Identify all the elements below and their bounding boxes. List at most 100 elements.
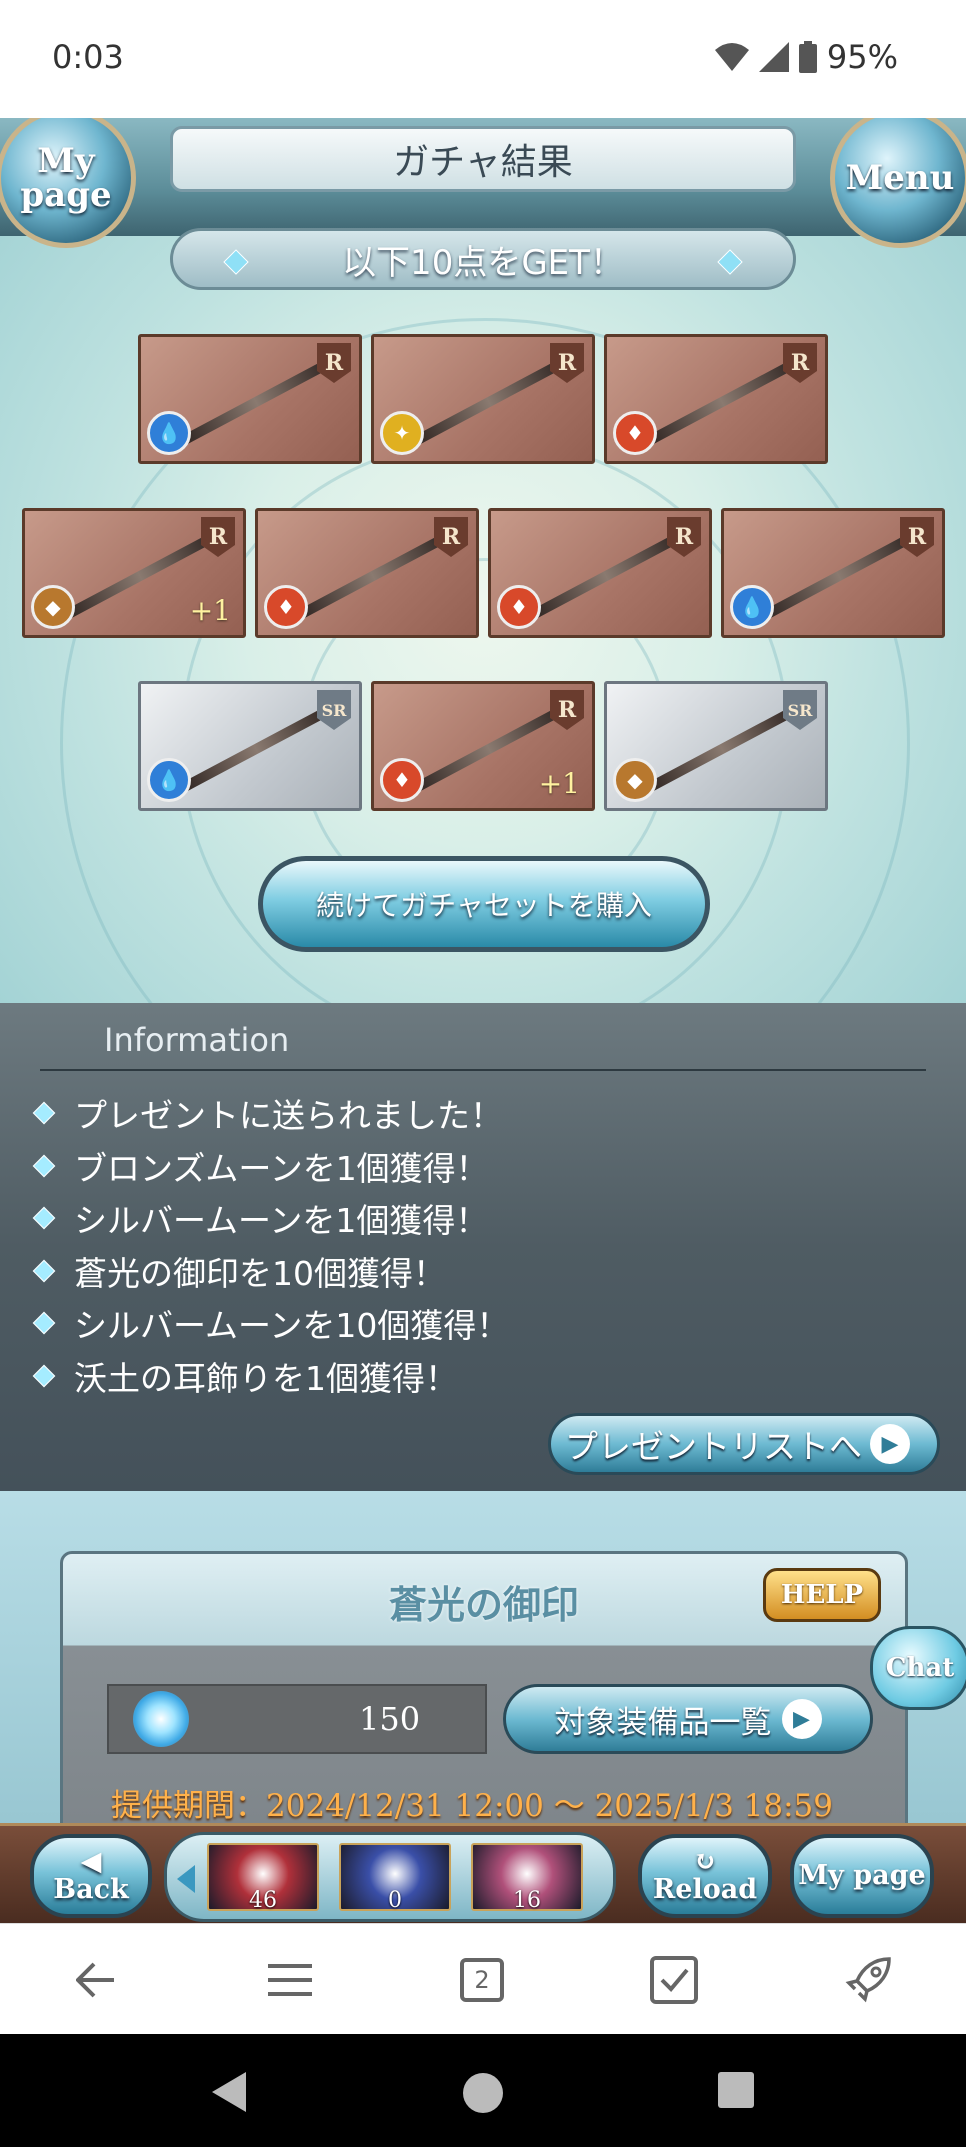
result-card[interactable]: R ♦ +1 [371, 681, 595, 811]
android-back-icon[interactable] [210, 2072, 250, 2112]
item-count: 46 [249, 1888, 277, 1913]
bullet-icon [32, 1206, 56, 1230]
information-text: 蒼光の御印を10個獲得！ [74, 1253, 446, 1293]
light-element-icon: ✦ [380, 411, 424, 455]
battery-icon [798, 41, 817, 73]
result-card[interactable]: R ♦ [488, 508, 712, 638]
information-list: プレゼントに送られました！ ブロンズムーンを1個獲得！ シルバームーンを1個獲得… [28, 1087, 509, 1402]
item-image [761, 531, 917, 621]
android-navigation-bar [0, 2034, 966, 2147]
item-image [295, 531, 451, 621]
result-card[interactable]: SR ◆ [604, 681, 828, 811]
divider [40, 1069, 926, 1071]
result-card[interactable]: R ◆ +1 [22, 508, 246, 638]
information-item: シルバームーンを1個獲得！ [28, 1192, 509, 1245]
seal-count-box: 150 [107, 1684, 487, 1754]
item-slot[interactable]: 0 [339, 1843, 451, 1913]
reload-button[interactable]: ↻ Reload [638, 1834, 772, 1918]
bullet-icon [32, 1154, 56, 1178]
item-image [411, 357, 567, 447]
result-card[interactable]: R ♦ [255, 508, 479, 638]
seal-star-icon [133, 1691, 189, 1747]
target-equipment-label: 対象装備品一覧 [554, 1704, 772, 1741]
rarity-badge: R [201, 517, 235, 557]
result-card[interactable]: R ✦ [371, 334, 595, 464]
game-bottom-bar: ◀ Back 46 0 16 ↻ Reload My page [0, 1823, 966, 1923]
earth-element-icon: ◆ [31, 585, 75, 629]
buy-gacha-set-button[interactable]: 続けてガチャセットを購入 [258, 856, 710, 952]
information-text: ブロンズムーンを1個獲得！ [74, 1148, 489, 1188]
plus-bonus: +1 [538, 767, 580, 800]
back-button[interactable]: ◀ Back [30, 1834, 152, 1918]
bottom-mypage-button[interactable]: My page [790, 1834, 934, 1918]
item-image [644, 704, 800, 794]
page-title: ガチャ結果 [170, 126, 796, 192]
target-equipment-button[interactable]: 対象装備品一覧 ▶ [503, 1684, 873, 1754]
rarity-badge: R [550, 343, 584, 383]
present-list-label: プレゼントリストへ [565, 1427, 862, 1466]
browser-toolbar: 2 [0, 1923, 966, 2034]
item-count: 16 [513, 1888, 541, 1913]
item-slot[interactable]: 16 [471, 1843, 583, 1913]
rarity-badge: R [783, 343, 817, 383]
earth-element-icon: ◆ [613, 758, 657, 802]
water-element-icon: 💧 [147, 411, 191, 455]
rarity-badge: SR [317, 690, 351, 730]
rarity-badge: R [667, 517, 701, 557]
rarity-badge: R [317, 343, 351, 383]
offer-period: 提供期間：2024/12/31 12:00 ～ 2025/1/3 18:59 [111, 1788, 833, 1824]
tab-count: 2 [460, 1958, 504, 2002]
result-card[interactable]: R 💧 [721, 508, 945, 638]
result-card[interactable]: SR 💧 [138, 681, 362, 811]
information-item: ブロンズムーンを1個獲得！ [28, 1140, 509, 1193]
information-text: 沃土の耳飾りを1個獲得！ [74, 1358, 458, 1398]
item-image [528, 531, 684, 621]
mypage-label: My page [20, 141, 112, 215]
back-text: Back [53, 1874, 129, 1905]
browser-back-icon[interactable] [68, 1952, 124, 2008]
status-time: 0:03 [52, 38, 124, 76]
water-element-icon: 💧 [147, 758, 191, 802]
chat-button[interactable]: Chat [870, 1626, 966, 1710]
water-element-icon: 💧 [730, 585, 774, 629]
information-panel: Information プレゼントに送られました！ ブロンズムーンを1個獲得！ … [0, 1003, 966, 1491]
information-title: Information [104, 1021, 290, 1059]
result-card[interactable]: R 💧 [138, 334, 362, 464]
rarity-badge: R [900, 517, 934, 557]
rarity-badge: SR [783, 690, 817, 730]
reload-label: ↻ Reload [653, 1848, 757, 1904]
fire-element-icon: ♦ [264, 585, 308, 629]
game-viewport: ガチャ結果 My page Menu 以下10点をGET！ R 💧 R ✦ R ♦ R ◆ +1… [0, 118, 966, 1923]
android-recents-icon[interactable] [718, 2072, 754, 2108]
information-item: プレゼントに送られました！ [28, 1087, 509, 1140]
tab-switcher-button[interactable]: 2 [454, 1952, 510, 2008]
result-card[interactable]: R ♦ [604, 334, 828, 464]
browser-menu-icon[interactable] [262, 1952, 318, 2008]
diamond-icon [717, 249, 743, 275]
help-button[interactable]: HELP [763, 1568, 881, 1622]
tray-left-arrow-icon[interactable] [177, 1865, 195, 1893]
get-banner-text: 以下10点をGET！ [342, 242, 624, 283]
status-icons: 95% [714, 38, 898, 76]
rocket-icon[interactable] [840, 1952, 896, 2008]
bullet-icon [32, 1101, 56, 1125]
status-bar: 0:03 95% [0, 0, 966, 118]
battery-percent: 95% [826, 38, 898, 76]
signal-icon [758, 42, 789, 72]
back-arrow-icon: ◀ [80, 1846, 102, 1877]
information-text: シルバームーンを10個獲得！ [74, 1306, 510, 1346]
present-list-button[interactable]: プレゼントリストへ ▶ [548, 1413, 940, 1475]
information-text: シルバームーンを1個獲得！ [74, 1201, 489, 1241]
bullet-icon [32, 1259, 56, 1283]
back-label: ◀ Back [53, 1848, 128, 1904]
item-slot[interactable]: 46 [207, 1843, 319, 1913]
seal-count: 150 [359, 1700, 421, 1738]
fire-element-icon: ♦ [380, 758, 424, 802]
gacha-result-area: ガチャ結果 My page Menu 以下10点をGET！ R 💧 R ✦ R ♦ R ◆ +1… [0, 118, 966, 1168]
information-item: 蒼光の御印を10個獲得！ [28, 1245, 509, 1298]
android-home-icon[interactable] [462, 2072, 504, 2114]
arrow-right-icon: ▶ [870, 1424, 910, 1464]
reload-icon: ↻ [693, 1846, 717, 1877]
browser-checkbox-icon[interactable] [646, 1952, 702, 2008]
item-count: 0 [388, 1888, 402, 1913]
